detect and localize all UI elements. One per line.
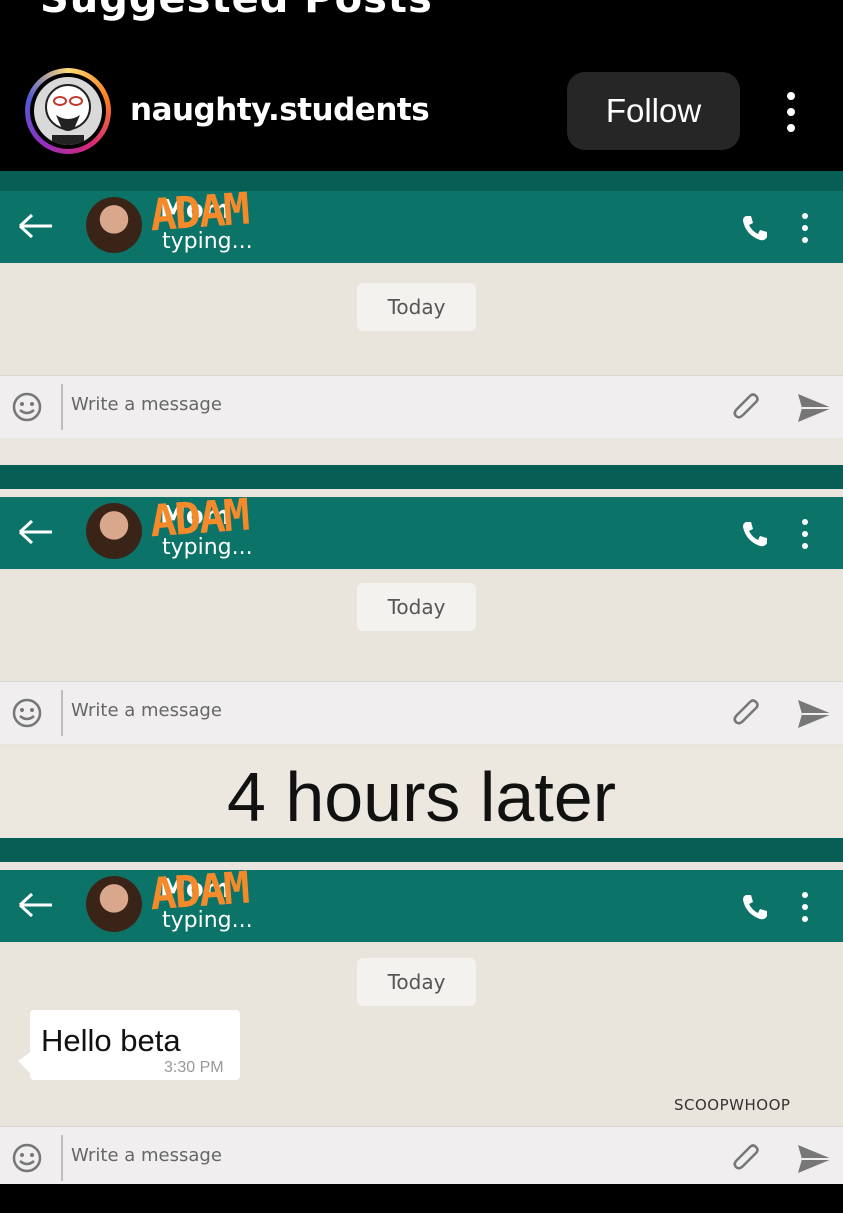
message-input[interactable]: Write a message — [71, 394, 222, 415]
phone-icon[interactable] — [740, 892, 770, 922]
back-arrow-icon[interactable] — [16, 890, 56, 920]
phone-icon[interactable] — [740, 519, 770, 549]
input-separator — [61, 1135, 63, 1181]
scribble-overlay: ADAM — [148, 489, 250, 548]
send-icon[interactable] — [796, 1143, 834, 1175]
follow-button[interactable]: Follow — [567, 72, 740, 150]
date-pill: Today — [357, 283, 476, 331]
avatar-cartoon-icon — [45, 84, 91, 145]
contact-avatar[interactable] — [86, 876, 142, 932]
attach-icon[interactable] — [730, 390, 766, 426]
date-pill: Today — [357, 583, 476, 631]
bottom-nav-bar — [0, 1184, 843, 1213]
attach-icon[interactable] — [730, 696, 766, 732]
emoji-icon[interactable] — [12, 392, 42, 422]
message-input[interactable]: Write a message — [71, 700, 222, 721]
message-text: Hello beta — [41, 1023, 181, 1058]
message-input-bar: Write a message — [0, 681, 843, 744]
input-separator — [61, 690, 63, 736]
emoji-icon[interactable] — [12, 1143, 42, 1173]
post-image: Mom typing... ADAM Today Write a message… — [0, 171, 843, 1184]
chat-body: Today — [0, 263, 843, 375]
scribble-overlay: ADAM — [148, 862, 250, 921]
avatar[interactable] — [34, 77, 102, 145]
chat-menu-icon[interactable] — [800, 211, 810, 245]
input-separator — [61, 384, 63, 430]
message-input[interactable]: Write a message — [71, 1145, 222, 1166]
post-username[interactable]: naughty.students — [130, 92, 430, 128]
meme-caption: 4 hours later — [226, 758, 617, 836]
chat-header: Mom typing... ADAM — [0, 490, 843, 569]
contact-avatar[interactable] — [86, 197, 142, 253]
back-arrow-icon[interactable] — [16, 517, 56, 547]
attach-icon[interactable] — [730, 1141, 766, 1177]
chat-header: Mom typing... ADAM — [0, 184, 843, 263]
status-bar — [0, 465, 843, 489]
top-header: Suggested Posts — [0, 0, 843, 45]
message-input-bar: Write a message — [0, 375, 843, 438]
message-input-bar: Write a message — [0, 1126, 843, 1184]
send-icon[interactable] — [796, 392, 834, 424]
chat-menu-icon[interactable] — [800, 517, 810, 551]
back-arrow-icon[interactable] — [16, 211, 56, 241]
top-header-title: Suggested Posts — [40, 0, 433, 22]
emoji-icon[interactable] — [12, 698, 42, 728]
scribble-overlay: ADAM — [148, 183, 250, 242]
send-icon[interactable] — [796, 698, 834, 730]
date-pill: Today — [357, 958, 476, 1006]
more-vertical-icon[interactable] — [772, 88, 810, 136]
message-time: 3:30 PM — [164, 1059, 224, 1076]
chat-body: Today — [0, 569, 843, 681]
watermark: SCOOPWHOOP — [674, 1096, 791, 1114]
chat-menu-icon[interactable] — [800, 890, 810, 924]
chat-header: Mom typing... ADAM — [0, 863, 843, 942]
status-bar — [0, 838, 843, 862]
phone-icon[interactable] — [740, 213, 770, 243]
contact-avatar[interactable] — [86, 503, 142, 559]
